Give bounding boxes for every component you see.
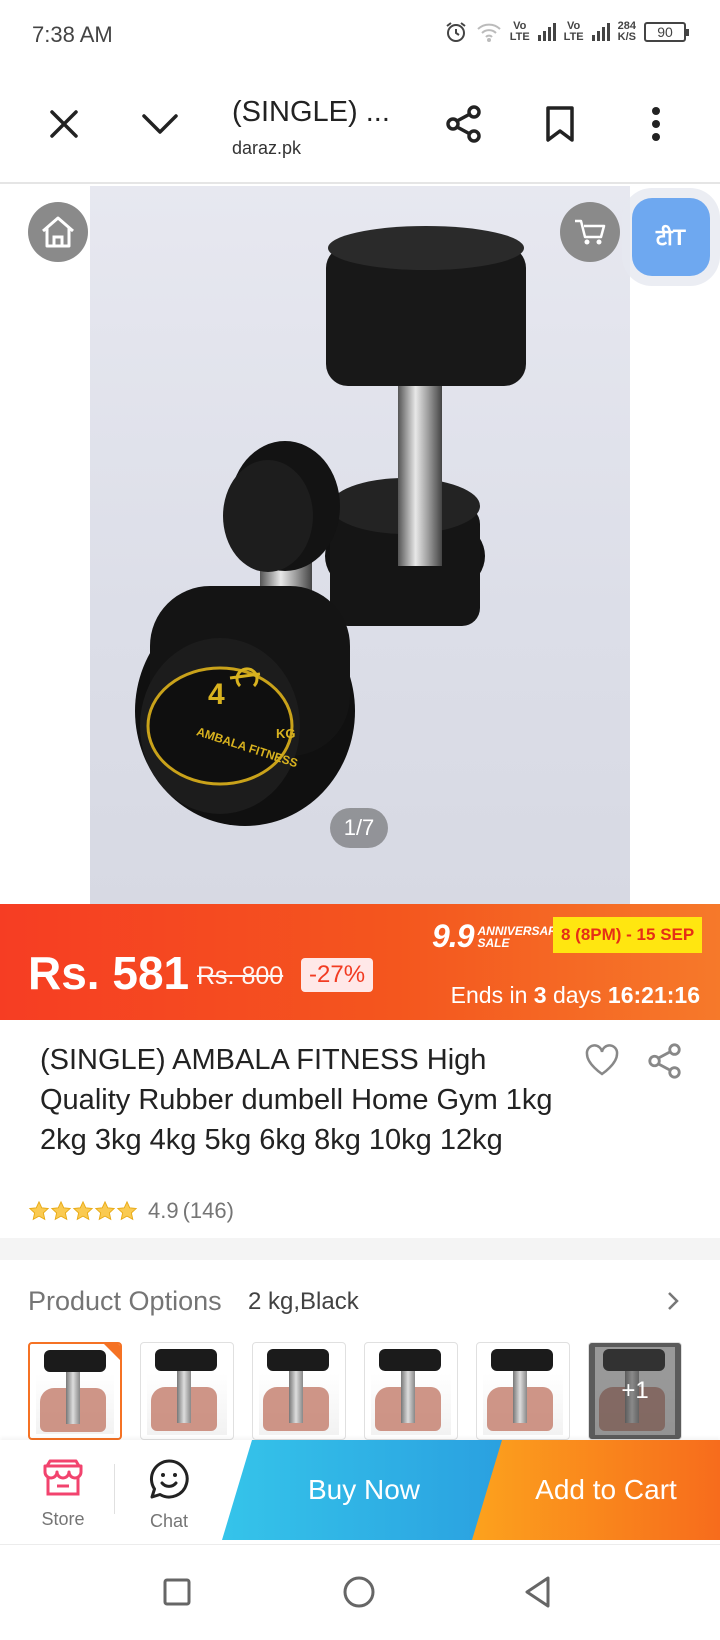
cart-button[interactable]	[560, 202, 620, 262]
back-button[interactable]	[512, 1567, 562, 1617]
option-thumbnails: +1	[28, 1342, 682, 1440]
square-icon	[163, 1578, 191, 1606]
recents-button[interactable]	[152, 1567, 202, 1617]
browser-toolbar: (SINGLE) ... daraz.pk	[0, 70, 720, 184]
action-bar: Store Chat Buy Now Add to Cart	[0, 1440, 720, 1544]
chat-icon	[149, 1459, 189, 1499]
countdown: Ends in 3 days 16:21:16	[450, 982, 700, 1008]
star-rating	[28, 1200, 138, 1222]
heart-icon	[585, 1044, 619, 1076]
system-nav-bar	[0, 1544, 720, 1640]
home-nav-button[interactable]	[334, 1567, 384, 1617]
option-thumb[interactable]	[364, 1342, 458, 1440]
network-label-1: Vo LTE	[509, 20, 530, 43]
network-speed: 284 K/S	[617, 20, 636, 43]
chevron-down-icon	[142, 114, 178, 134]
option-thumb[interactable]	[252, 1342, 346, 1440]
buy-now-button[interactable]: Buy Now	[222, 1440, 506, 1540]
wishlist-button[interactable]	[584, 1044, 620, 1081]
wifi-icon	[477, 23, 501, 42]
options-selected: 2 kg,Black	[248, 1288, 359, 1315]
chevron-right-icon[interactable]	[666, 1290, 680, 1312]
chat-label: Chat	[149, 1511, 189, 1531]
network-label-2: Vo LTE	[563, 20, 584, 43]
store-label: Store	[41, 1509, 85, 1529]
discount-badge: -27%	[301, 958, 374, 992]
price-banner: Rs. 581 Rs. 800 -27% 9.9 ANNIVERSARY SALE…	[0, 904, 720, 1020]
more-options-button[interactable]	[628, 96, 684, 152]
bookmark-icon	[546, 106, 574, 142]
status-time: 7:38 AM	[32, 22, 113, 47]
image-pager: 1/7	[330, 808, 388, 848]
rating[interactable]: 4.9 (146)	[28, 1198, 234, 1224]
rating-value: 4.9	[148, 1198, 179, 1223]
back-triangle-icon	[525, 1576, 550, 1608]
share-icon	[648, 1043, 681, 1079]
share-button[interactable]	[436, 96, 492, 152]
product-share-button[interactable]	[646, 1042, 684, 1085]
store-icon	[43, 1459, 83, 1496]
circle-icon	[343, 1576, 375, 1608]
section-divider	[0, 1238, 720, 1260]
product-info: (SINGLE) AMBALA FITNESS High Quality Rub…	[0, 1020, 720, 1236]
translate-icon: टीT	[655, 225, 687, 250]
signal-icon-2	[591, 23, 610, 41]
status-icons: Vo LTE Vo LTE 284 K/S 90	[444, 20, 689, 44]
star-icon	[28, 1200, 50, 1221]
product-gallery[interactable]: 4 KG AMBALA FITNESS टीT 1/7	[0, 186, 720, 904]
current-price: Rs. 581	[28, 947, 190, 999]
chat-button[interactable]: Chat	[134, 1458, 204, 1532]
battery-icon: 90	[644, 22, 689, 42]
original-price: Rs. 800	[197, 962, 284, 990]
add-to-cart-button[interactable]: Add to Cart	[472, 1440, 720, 1540]
plate-weight: 4	[208, 678, 225, 711]
collapse-button[interactable]	[132, 96, 188, 152]
translate-button[interactable]: टीT	[632, 198, 710, 276]
product-options[interactable]: Product Options 2 kg,Black +1	[0, 1260, 720, 1440]
close-icon	[50, 110, 78, 138]
sale-logo: 9.9 ANNIVERSARY SALE	[432, 918, 565, 954]
signal-icon-1	[537, 23, 556, 41]
cart-icon	[575, 219, 606, 245]
bookmark-button[interactable]	[532, 96, 588, 152]
home-button[interactable]	[28, 202, 88, 262]
option-thumb[interactable]	[140, 1342, 234, 1440]
page-domain[interactable]: daraz.pk	[232, 138, 301, 159]
option-thumb[interactable]	[28, 1342, 122, 1440]
home-icon	[42, 216, 74, 248]
star-icon	[94, 1200, 116, 1221]
product-image[interactable]: 4 KG AMBALA FITNESS	[90, 186, 630, 904]
rating-count: (146)	[182, 1198, 234, 1223]
product-title: (SINGLE) AMBALA FITNESS High Quality Rub…	[40, 1044, 553, 1156]
close-button[interactable]	[36, 96, 92, 152]
star-icon	[116, 1200, 138, 1221]
options-label: Product Options	[28, 1286, 222, 1316]
share-icon	[446, 105, 481, 143]
sale-dates: 8 (8PM) - 15 SEP	[553, 917, 703, 953]
action-divider	[114, 1464, 115, 1514]
store-button[interactable]: Store	[28, 1458, 98, 1530]
star-icon	[50, 1200, 72, 1221]
option-thumb[interactable]	[476, 1342, 570, 1440]
plate-unit: KG	[276, 726, 296, 741]
star-icon	[72, 1200, 94, 1221]
more-options-thumb[interactable]: +1	[588, 1342, 682, 1440]
dumbbell-photo: 4 KG AMBALA FITNESS	[135, 226, 526, 826]
page-title[interactable]: (SINGLE) ...	[232, 96, 390, 129]
alarm-icon	[446, 22, 466, 42]
more-vert-icon	[652, 107, 660, 141]
status-bar: 7:38 AM Vo LTE Vo LTE 284 K/S 90	[0, 0, 720, 70]
